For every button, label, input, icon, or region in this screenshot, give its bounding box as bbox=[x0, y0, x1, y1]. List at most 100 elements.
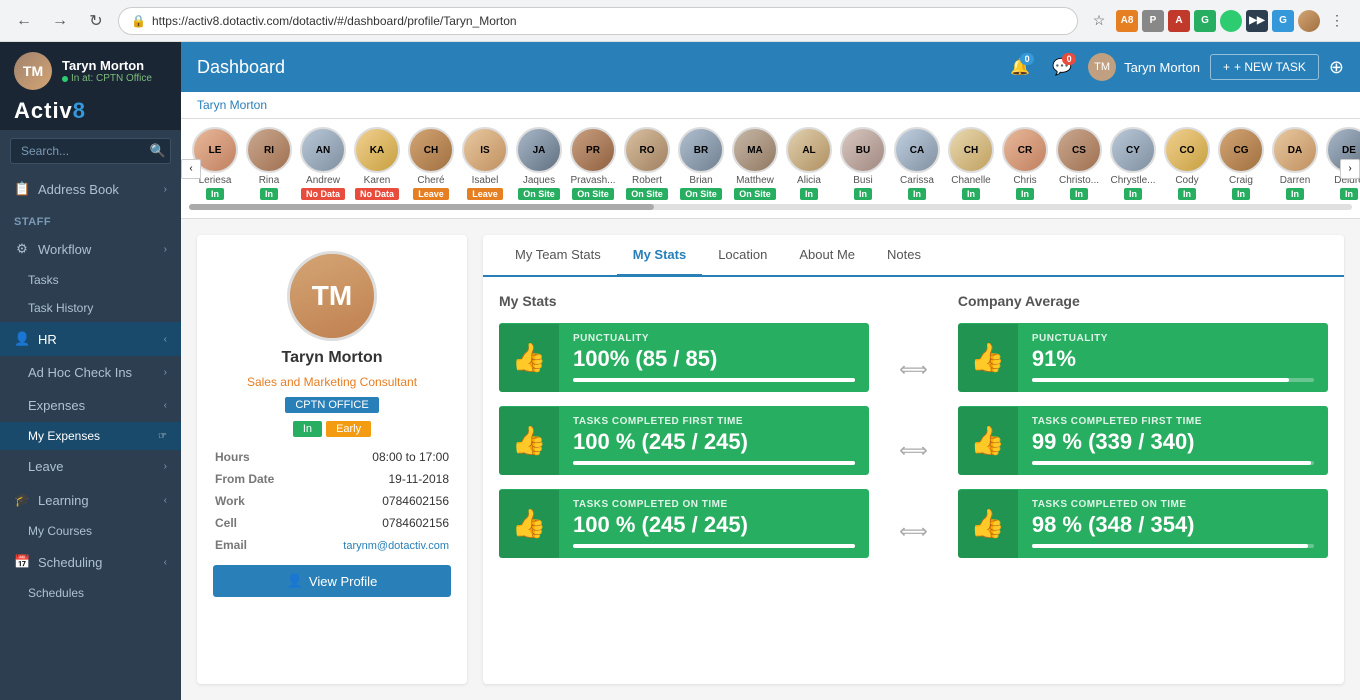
email-label: Email bbox=[215, 535, 300, 555]
strip-scrollbar[interactable] bbox=[189, 204, 1352, 210]
team-member[interactable]: IS Isabel Leave bbox=[459, 127, 511, 200]
team-member[interactable]: CH Chanelle In bbox=[945, 127, 997, 200]
user-profile-icon[interactable] bbox=[1298, 10, 1320, 32]
notification-bell[interactable]: 🔔 0 bbox=[1004, 51, 1036, 83]
team-member[interactable]: JA Jaques On Site bbox=[513, 127, 565, 200]
browser-bar: ← → ↻ 🔒 https://activ8.dotactiv.com/dota… bbox=[0, 0, 1360, 42]
back-button[interactable]: ← bbox=[10, 7, 38, 35]
search-button[interactable]: 🔍 bbox=[150, 143, 166, 159]
sidebar-item-expenses[interactable]: Expenses ‹ bbox=[0, 389, 181, 422]
stat-bar bbox=[1032, 461, 1314, 465]
team-member[interactable]: CY Chrystle... In bbox=[1107, 127, 1159, 200]
cell-row: Cell 0784602156 bbox=[215, 513, 449, 533]
sidebar-item-schedules[interactable]: Schedules bbox=[0, 579, 181, 607]
chevron-right-icon-4: › bbox=[164, 367, 167, 378]
member-avatar: AL bbox=[786, 127, 832, 173]
tab-my-stats[interactable]: My Stats bbox=[617, 235, 702, 277]
new-task-button[interactable]: + + NEW TASK bbox=[1210, 54, 1319, 80]
sidebar-item-learning[interactable]: 🎓 Learning ‹ bbox=[0, 483, 181, 517]
team-member[interactable]: BR Brian On Site bbox=[675, 127, 727, 200]
ext-icon-7[interactable]: G bbox=[1272, 10, 1294, 32]
team-member[interactable]: BU Busi In bbox=[837, 127, 889, 200]
team-member[interactable]: CR Chris In bbox=[999, 127, 1051, 200]
right-panel: Dashboard 🔔 0 💬 0 TM Taryn Morton + + NE… bbox=[181, 42, 1360, 700]
team-member[interactable]: DA Darren In bbox=[1269, 127, 1321, 200]
team-member[interactable]: CA Carissa In bbox=[891, 127, 943, 200]
header-actions: 🔔 0 💬 0 TM Taryn Morton + + NEW TASK ⊕ bbox=[1004, 51, 1344, 83]
team-member[interactable]: MA Matthew On Site bbox=[729, 127, 781, 200]
hr-icon: 👤 bbox=[14, 331, 30, 347]
menu-button[interactable]: ⋮ bbox=[1324, 8, 1350, 34]
ext-icon-1[interactable]: A8 bbox=[1116, 10, 1138, 32]
team-member[interactable]: CH Cheré Leave bbox=[405, 127, 457, 200]
profile-role: Sales and Marketing Consultant bbox=[247, 375, 417, 389]
profile-area: TM Taryn Morton Sales and Marketing Cons… bbox=[181, 219, 1360, 700]
share-button[interactable]: ⊕ bbox=[1329, 57, 1344, 78]
breadcrumb-link[interactable]: Taryn Morton bbox=[197, 98, 267, 112]
arrow-2: ⟺ bbox=[889, 438, 938, 463]
messages-icon[interactable]: 💬 0 bbox=[1046, 51, 1078, 83]
strip-left-arrow[interactable]: ‹ bbox=[181, 159, 201, 179]
ext-icon-6[interactable]: ▶▶ bbox=[1246, 10, 1268, 32]
ext-icon-2[interactable]: P bbox=[1142, 10, 1164, 32]
sidebar-item-scheduling[interactable]: 📅 Scheduling ‹ bbox=[0, 545, 181, 579]
bookmark-icon[interactable]: ☆ bbox=[1086, 8, 1112, 34]
team-member[interactable]: PR Pravash... On Site bbox=[567, 127, 619, 200]
member-avatar: RI bbox=[246, 127, 292, 173]
sidebar-item-hr[interactable]: 👤 HR ‹ bbox=[0, 322, 181, 356]
strip-right-arrow[interactable]: › bbox=[1340, 159, 1360, 179]
app-header: Dashboard 🔔 0 💬 0 TM Taryn Morton + + NE… bbox=[181, 42, 1360, 92]
ext-icon-4[interactable]: G bbox=[1194, 10, 1216, 32]
team-member[interactable]: RI Rina In bbox=[243, 127, 295, 200]
team-member[interactable]: CG Craig In bbox=[1215, 127, 1267, 200]
member-name: Busi bbox=[853, 175, 872, 186]
stat-card: 👍 TASKS COMPLETED FIRST TIME 99 % (339 /… bbox=[958, 406, 1328, 475]
ext-icon-5[interactable] bbox=[1220, 10, 1242, 32]
profile-card: TM Taryn Morton Sales and Marketing Cons… bbox=[197, 235, 467, 684]
member-status: Leave bbox=[467, 188, 503, 200]
header-user[interactable]: TM Taryn Morton bbox=[1088, 53, 1200, 81]
tab-location[interactable]: Location bbox=[702, 235, 783, 277]
thumbs-up-icon: 👍 bbox=[970, 424, 1005, 457]
sidebar-item-leave[interactable]: Leave › bbox=[0, 450, 181, 483]
refresh-button[interactable]: ↻ bbox=[82, 7, 110, 35]
learning-icon: 🎓 bbox=[14, 492, 30, 508]
stat-bar-fill bbox=[1032, 544, 1309, 548]
member-status: In bbox=[1178, 188, 1196, 200]
tab-notes[interactable]: Notes bbox=[871, 235, 937, 277]
sidebar-item-tasks[interactable]: Tasks bbox=[0, 266, 181, 294]
stats-panel: My Team StatsMy StatsLocationAbout MeNot… bbox=[483, 235, 1344, 684]
stat-bar-fill bbox=[573, 378, 855, 382]
team-member[interactable]: CO Cody In bbox=[1161, 127, 1213, 200]
sidebar-item-adhoc[interactable]: Ad Hoc Check Ins › bbox=[0, 356, 181, 389]
member-status: In bbox=[1070, 188, 1088, 200]
workflow-icon: ⚙ bbox=[14, 241, 30, 257]
stat-icon-box: 👍 bbox=[958, 490, 1018, 558]
member-avatar: BU bbox=[840, 127, 886, 173]
sidebar-user-avatar: TM bbox=[14, 52, 52, 90]
member-status: No Data bbox=[355, 188, 399, 200]
team-member[interactable]: RO Robert On Site bbox=[621, 127, 673, 200]
url-bar[interactable]: 🔒 https://activ8.dotactiv.com/dotactiv/#… bbox=[118, 7, 1078, 35]
bell-badge: 0 bbox=[1020, 53, 1034, 65]
url-text: https://activ8.dotactiv.com/dotactiv/#/d… bbox=[152, 14, 1065, 28]
ext-icon-3[interactable]: A bbox=[1168, 10, 1190, 32]
forward-button[interactable]: → bbox=[46, 7, 74, 35]
stat-bar-fill bbox=[1032, 461, 1311, 465]
breadcrumb: Taryn Morton bbox=[181, 92, 1360, 119]
search-input[interactable] bbox=[10, 138, 171, 164]
sidebar-item-my-courses[interactable]: My Courses bbox=[0, 517, 181, 545]
member-name: Pravash... bbox=[570, 175, 615, 186]
view-profile-button[interactable]: 👤 View Profile bbox=[213, 565, 451, 597]
tab-about-me[interactable]: About Me bbox=[783, 235, 871, 277]
sidebar-item-my-expenses[interactable]: My Expenses ☞ bbox=[0, 422, 181, 450]
email-link[interactable]: tarynm@dotactiv.com bbox=[343, 540, 449, 552]
team-member[interactable]: CS Christo... In bbox=[1053, 127, 1105, 200]
sidebar-item-workflow[interactable]: ⚙ Workflow › bbox=[0, 232, 181, 266]
team-member[interactable]: AN Andrew No Data bbox=[297, 127, 349, 200]
tab-my-team-stats[interactable]: My Team Stats bbox=[499, 235, 617, 277]
sidebar-item-address-book[interactable]: 📋 Address Book › bbox=[0, 172, 181, 206]
team-member[interactable]: AL Alicia In bbox=[783, 127, 835, 200]
sidebar-item-task-history[interactable]: Task History bbox=[0, 294, 181, 322]
team-member[interactable]: KA Karen No Data bbox=[351, 127, 403, 200]
